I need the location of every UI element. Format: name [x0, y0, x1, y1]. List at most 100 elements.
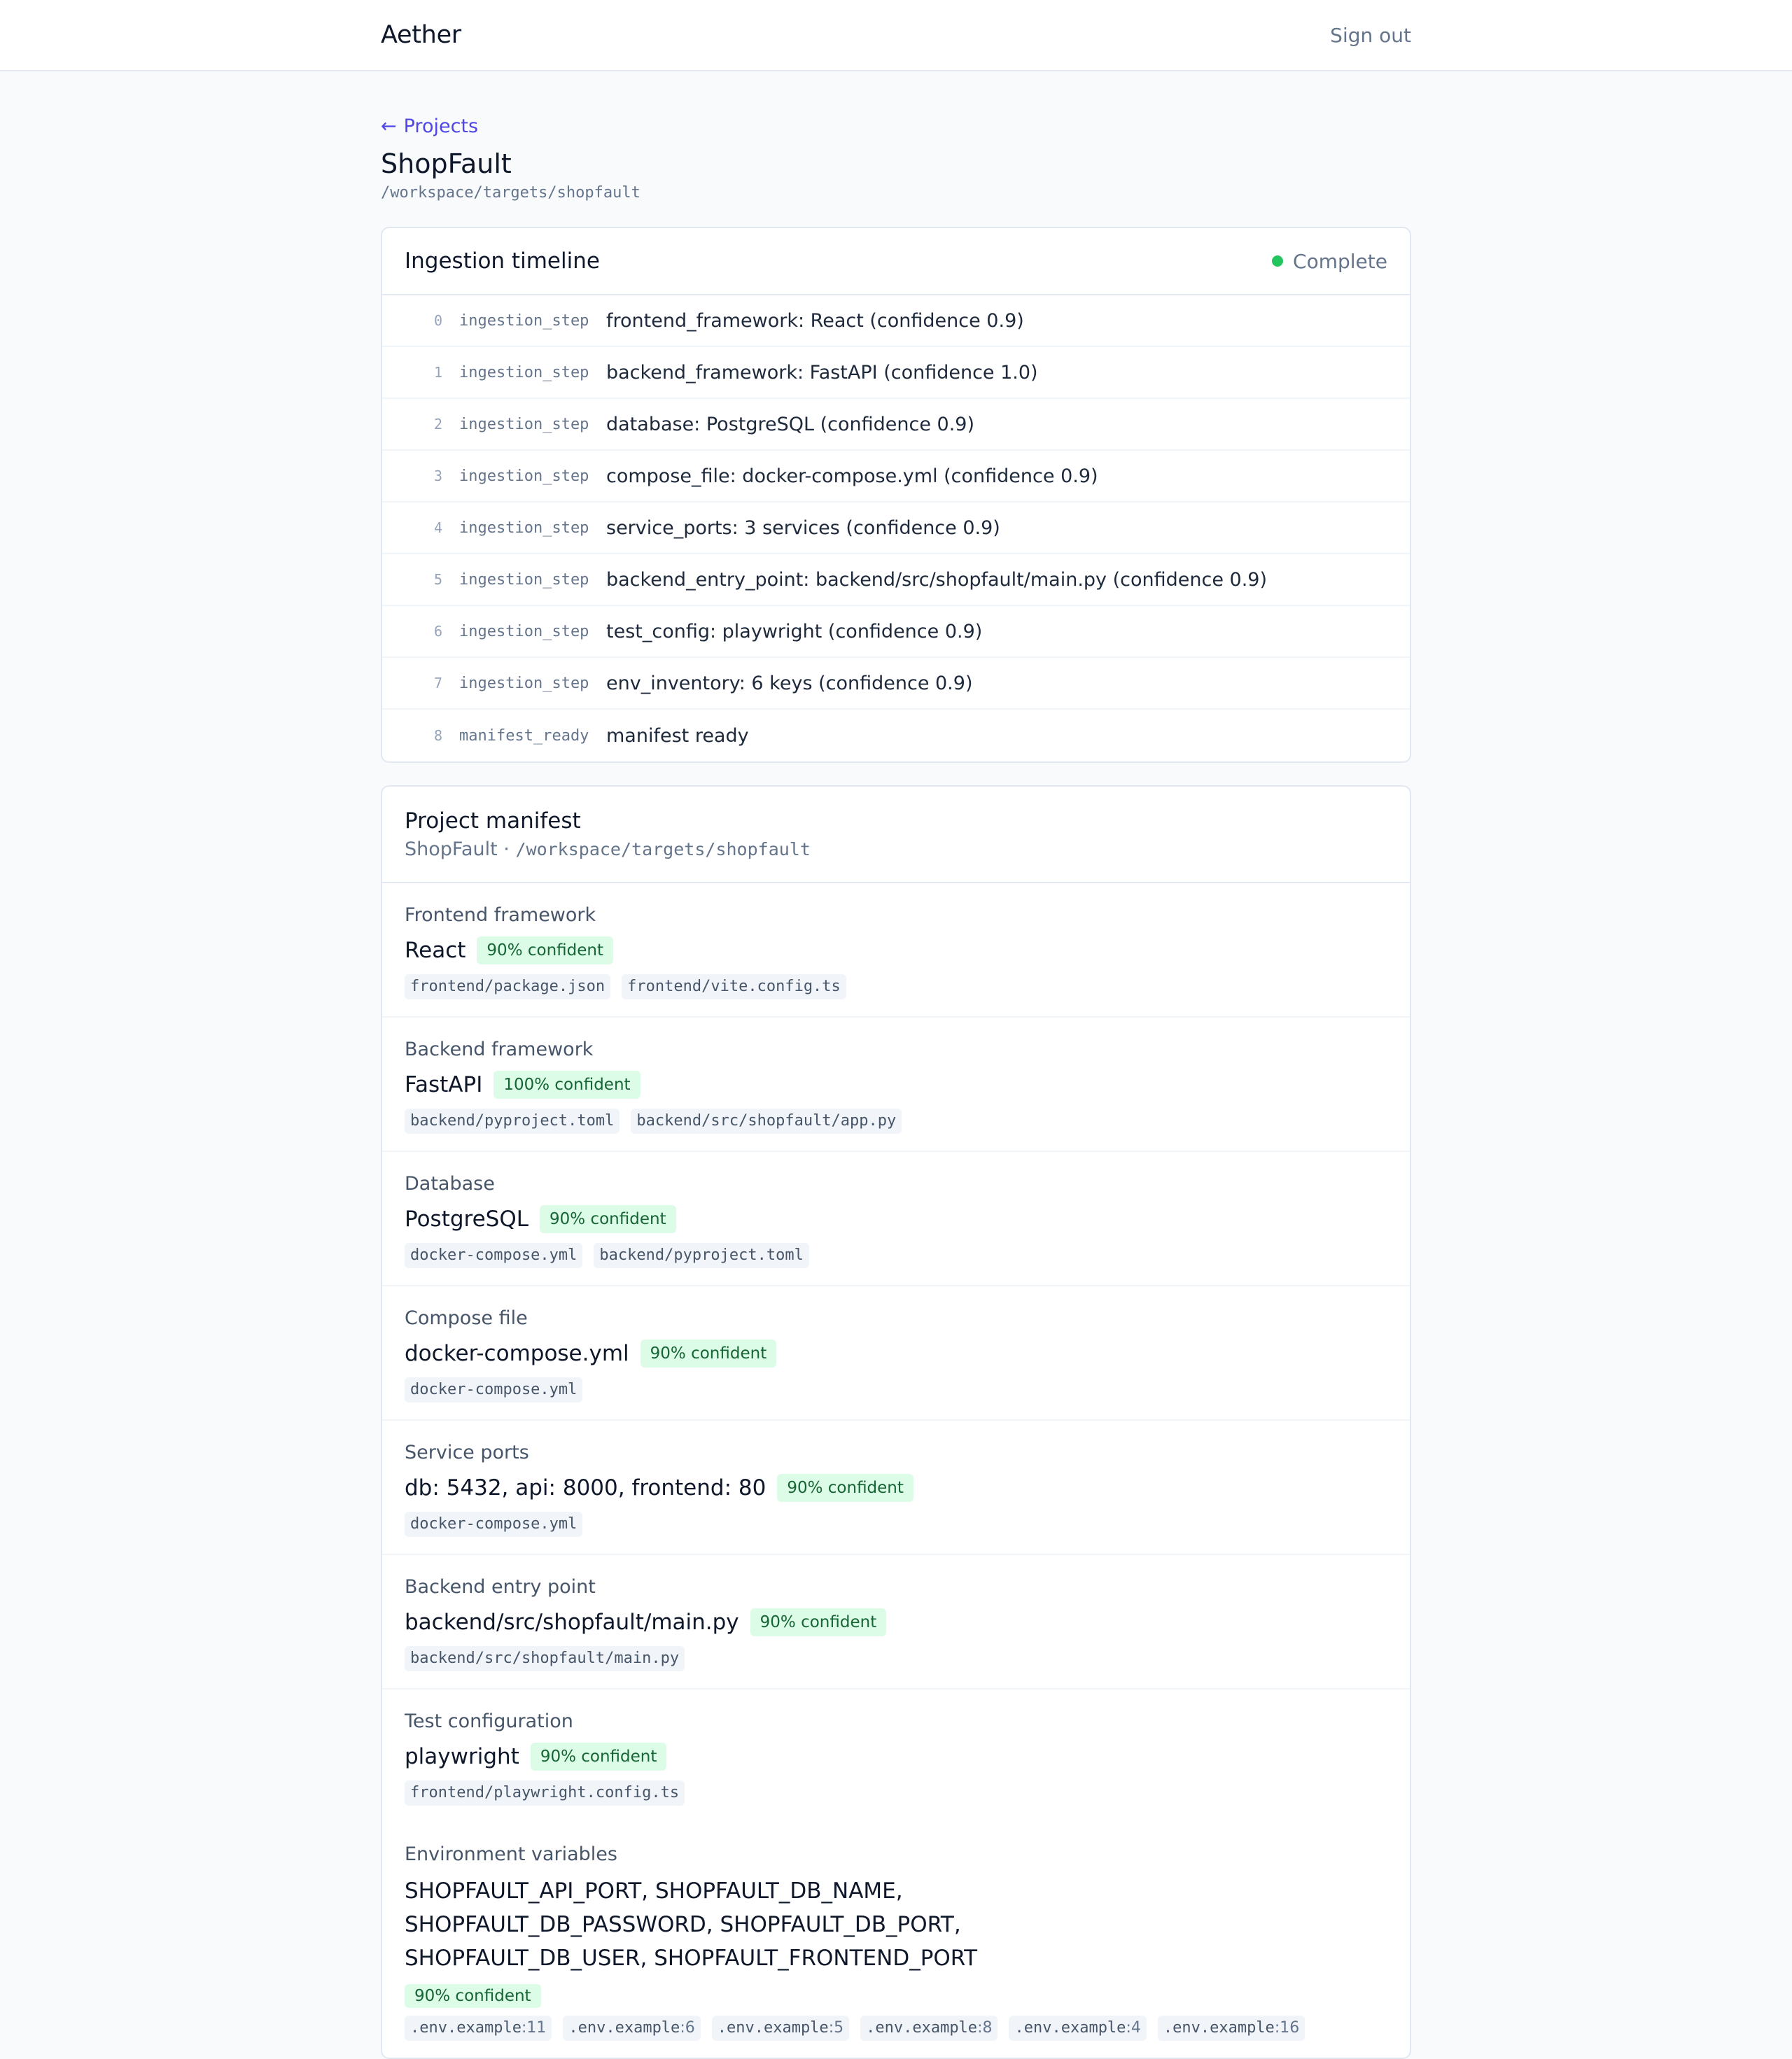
manifest-subtitle-separator: ·: [497, 838, 516, 860]
timeline-row: 2 ingestion_step database: PostgreSQL (con…: [382, 399, 1410, 451]
section-label: Test configuration: [405, 1710, 573, 1732]
manifest-section: Compose file docker-compose.yml 90% confid…: [382, 1286, 1410, 1421]
timeline-event-text: frontend_framework: React (confidence 0.…: [606, 309, 1024, 332]
timeline-row: 6 ingestion_step test_config: playwright (…: [382, 606, 1410, 658]
source-file-path: .env.example: [410, 2019, 522, 2037]
source-file-chip: backend/src/shopfault/app.py: [631, 1109, 902, 1134]
section-label: Frontend framework: [405, 904, 596, 926]
section-value: backend/src/shopfault/main.py: [405, 1610, 739, 1635]
confidence-badge: 90% confident: [750, 1608, 887, 1636]
ingestion-timeline-card: Ingestion timeline Complete 0 ingestion_s…: [381, 227, 1411, 763]
section-value: PostgreSQL: [405, 1207, 529, 1232]
timeline-event-text: manifest ready: [606, 724, 749, 747]
env-badge-row: 90% confident: [405, 1984, 1387, 2008]
timeline-event-text: service_ports: 3 services (confidence 0.…: [606, 516, 1000, 539]
section-label: Backend entry point: [405, 1576, 596, 1598]
status-text: Complete: [1293, 249, 1387, 273]
confidence-badge: 90% confident: [477, 936, 613, 964]
timeline-row: 8 manifest_ready manifest ready: [382, 710, 1410, 761]
source-file-path: .env.example: [568, 2019, 680, 2037]
timeline-event-type: ingestion_step: [459, 519, 589, 537]
timeline-index: 2: [433, 416, 442, 433]
page-title: ShopFault: [381, 148, 512, 179]
source-file-chip: backend/pyproject.toml: [405, 1109, 620, 1134]
timeline-index: 1: [433, 364, 442, 381]
timeline-event-text: compose_file: docker-compose.yml (confid…: [606, 465, 1098, 487]
source-file-chip: .env.example:4: [1009, 2016, 1147, 2041]
timeline-index: 6: [433, 623, 442, 640]
confidence-badge: 90% confident: [540, 1205, 676, 1233]
manifest-sections: Frontend framework React 90% confident fron…: [382, 883, 1410, 1822]
sign-out-button[interactable]: Sign out: [1330, 24, 1411, 47]
timeline-row: 1 ingestion_step backend_framework: FastAP…: [382, 347, 1410, 399]
top-bar: Aether Sign out: [0, 0, 1792, 71]
manifest-section: Backend entry point backend/src/shopfault…: [382, 1555, 1410, 1689]
timeline-index: 4: [433, 519, 442, 536]
section-label: Environment variables: [405, 1843, 617, 1865]
manifest-title: Project manifest: [405, 808, 581, 834]
timeline-event-type: ingestion_step: [459, 570, 589, 589]
source-file-path: .env.example: [1014, 2019, 1126, 2037]
project-manifest-card: Project manifest ShopFault · /workspace/…: [381, 785, 1411, 2059]
source-file-chip: .env.example:16: [1157, 2016, 1306, 2041]
source-files: frontend/playwright.config.ts: [405, 1780, 1387, 1806]
manifest-project-name: ShopFault: [405, 838, 498, 860]
app-brand[interactable]: Aether: [381, 21, 461, 49]
timeline-title: Ingestion timeline: [405, 248, 600, 274]
confidence-badge: 90% confident: [777, 1474, 913, 1502]
source-files: backend/pyproject.toml backend/src/shopfa…: [405, 1109, 1387, 1134]
timeline-event-text: backend_entry_point: backend/src/shopfau…: [606, 568, 1267, 591]
confidence-badge: 90% confident: [530, 1743, 667, 1771]
timeline-event-type: ingestion_step: [459, 467, 589, 485]
manifest-project-path: /workspace/targets/shopfault: [515, 839, 811, 859]
source-file-line: :4: [1126, 2019, 1141, 2037]
back-link-label: Projects: [403, 115, 479, 137]
manifest-section-env: Environment variables SHOPFAULT_API_PORT…: [382, 1822, 1410, 2058]
top-bar-inner: Aether Sign out: [381, 0, 1411, 70]
timeline-event-type: ingestion_step: [459, 415, 589, 433]
timeline-list: 0 ingestion_step frontend_framework: React…: [382, 295, 1410, 761]
timeline-index: 7: [433, 675, 442, 691]
timeline-event-text: env_inventory: 6 keys (confidence 0.9): [606, 672, 973, 694]
project-path: /workspace/targets/shopfault: [381, 184, 640, 202]
timeline-event-text: test_config: playwright (confidence 0.9): [606, 620, 983, 642]
timeline-row: 5 ingestion_step backend_entry_point: back…: [382, 554, 1410, 606]
source-file-path: .env.example: [717, 2019, 829, 2037]
section-value: docker-compose.yml: [405, 1341, 629, 1366]
source-file-line: :8: [977, 2019, 993, 2037]
timeline-event-text: database: PostgreSQL (confidence 0.9): [606, 413, 975, 435]
manifest-subtitle: ShopFault · /workspace/targets/shopfault: [405, 836, 1387, 864]
manifest-section: Service ports db: 5432, api: 8000, fronte…: [382, 1421, 1410, 1555]
source-file-chip: frontend/playwright.config.ts: [405, 1780, 685, 1806]
timeline-index: 8: [433, 727, 442, 744]
timeline-event-type: manifest_ready: [459, 726, 589, 745]
source-file-line: :16: [1274, 2019, 1300, 2037]
source-file-chip: docker-compose.yml: [405, 1243, 583, 1268]
back-to-projects-link[interactable]: ← Projects: [381, 112, 478, 140]
confidence-badge: 100% confident: [493, 1071, 640, 1099]
section-value-row: db: 5432, api: 8000, frontend: 80 90% con…: [405, 1473, 1387, 1503]
section-value: FastAPI: [405, 1072, 483, 1097]
source-file-chip: frontend/package.json: [405, 974, 611, 999]
timeline-header: Ingestion timeline Complete: [382, 228, 1410, 295]
timeline-index: 0: [433, 312, 442, 329]
source-file-chip: docker-compose.yml: [405, 1377, 583, 1403]
source-files: frontend/package.json frontend/vite.confi…: [405, 974, 1387, 999]
section-label: Database: [405, 1173, 495, 1195]
confidence-badge: 90% confident: [405, 1984, 541, 2008]
source-files: backend/src/shopfault/main.py: [405, 1646, 1387, 1671]
timeline-event-type: ingestion_step: [459, 363, 589, 381]
source-file-line: :6: [680, 2019, 695, 2037]
main-content: ← Projects ShopFault /workspace/targets/…: [381, 71, 1411, 2059]
section-value-row: PostgreSQL 90% confident: [405, 1204, 1387, 1235]
manifest-section: Frontend framework React 90% confident fron…: [382, 883, 1410, 1018]
source-files: docker-compose.yml backend/pyproject.toml: [405, 1243, 1387, 1268]
timeline-index: 5: [433, 571, 442, 588]
source-file-chip: .env.example:8: [860, 2016, 998, 2041]
section-value-row: docker-compose.yml 90% confident: [405, 1338, 1387, 1369]
source-file-chip: backend/src/shopfault/main.py: [405, 1646, 685, 1671]
timeline-index: 3: [433, 468, 442, 484]
timeline-event-type: ingestion_step: [459, 674, 589, 692]
section-label: Backend framework: [405, 1039, 594, 1060]
source-file-chip: .env.example:11: [405, 2016, 552, 2041]
